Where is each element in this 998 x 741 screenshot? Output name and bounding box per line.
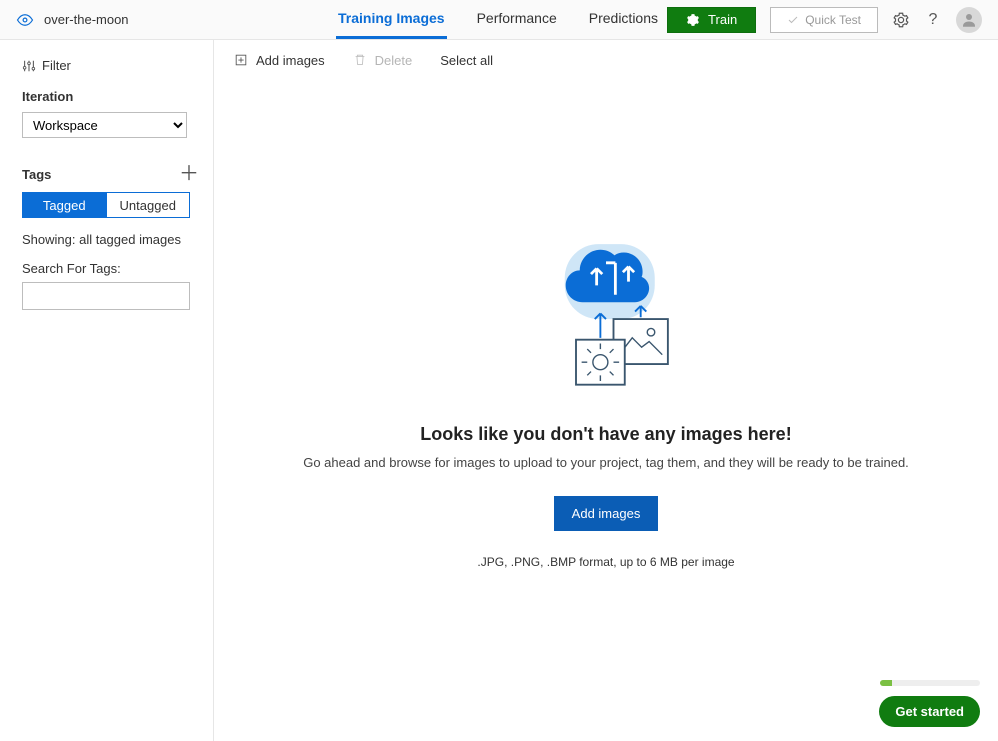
main-tabs: Training Images Performance Predictions (336, 0, 660, 39)
ab-select-all[interactable]: Select all (440, 53, 493, 68)
ab-add-images-label: Add images (256, 53, 325, 68)
filter-label: Filter (42, 58, 71, 73)
sidebar: Filter Iteration Workspace Tags ＋ Tagged… (0, 40, 214, 741)
header: over-the-moon Training Images Performanc… (0, 0, 998, 40)
eye-icon (16, 11, 34, 29)
progress-fill (880, 680, 892, 686)
sliders-icon (22, 59, 36, 73)
tag-filter-toggle: Tagged Untagged (22, 192, 190, 218)
avatar[interactable] (956, 7, 982, 33)
project-name: over-the-moon (44, 12, 129, 27)
bottom-right-panel: Get started (879, 680, 980, 727)
train-button-label: Train (708, 12, 737, 27)
filter-button[interactable]: Filter (22, 58, 199, 73)
showing-text: Showing: all tagged images (22, 232, 199, 247)
untagged-toggle[interactable]: Untagged (107, 192, 191, 218)
main-area: Add images Delete Select all (214, 40, 998, 741)
search-tags-input[interactable] (22, 282, 190, 310)
get-started-button[interactable]: Get started (879, 696, 980, 727)
empty-illustration-icon (531, 240, 681, 400)
tab-performance[interactable]: Performance (475, 0, 559, 39)
empty-hint: .JPG, .PNG, .BMP format, up to 6 MB per … (477, 555, 734, 569)
ab-select-all-label: Select all (440, 53, 493, 68)
progress-bar (880, 680, 980, 686)
empty-state: Looks like you don't have any images her… (214, 80, 998, 741)
quick-test-button[interactable]: Quick Test (770, 7, 878, 33)
quick-test-label: Quick Test (805, 13, 861, 27)
ab-add-images[interactable]: Add images (234, 53, 325, 68)
empty-title: Looks like you don't have any images her… (420, 424, 791, 445)
tab-predictions[interactable]: Predictions (587, 0, 660, 39)
trash-icon (353, 53, 367, 67)
action-bar: Add images Delete Select all (214, 40, 998, 80)
add-images-icon (234, 53, 248, 67)
iteration-label: Iteration (22, 89, 199, 104)
empty-subtitle: Go ahead and browse for images to upload… (303, 455, 909, 470)
search-tags-label: Search For Tags: (22, 261, 199, 276)
add-tag-icon[interactable]: ＋ (179, 164, 199, 184)
tab-training-images[interactable]: Training Images (336, 0, 447, 39)
check-icon (787, 14, 799, 26)
logo-area: over-the-moon (16, 11, 196, 29)
tags-label: Tags (22, 167, 51, 182)
iteration-select[interactable]: Workspace (22, 112, 187, 138)
ab-delete: Delete (353, 53, 413, 68)
settings-icon[interactable] (892, 11, 910, 29)
ab-delete-label: Delete (375, 53, 413, 68)
add-images-button[interactable]: Add images (554, 496, 659, 531)
gear-icon (686, 13, 700, 27)
train-button[interactable]: Train (667, 7, 756, 33)
help-icon[interactable]: ? (924, 11, 942, 29)
header-right: Train Quick Test ? (667, 7, 982, 33)
tagged-toggle[interactable]: Tagged (22, 192, 107, 218)
